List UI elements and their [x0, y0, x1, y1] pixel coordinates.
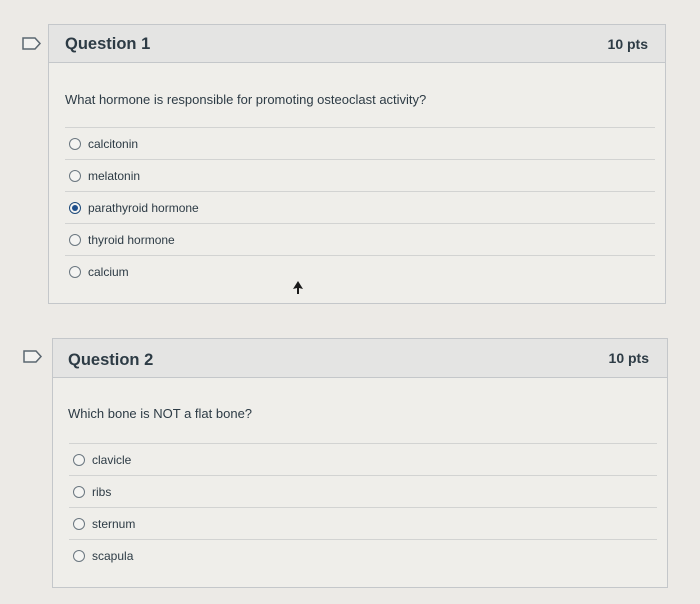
- question-1-points: 10 pts: [607, 36, 648, 52]
- answer-option[interactable]: clavicle: [69, 443, 657, 475]
- answer-label[interactable]: thyroid hormone: [88, 233, 175, 247]
- flag-bookmark-icon[interactable]: [23, 350, 43, 363]
- answer-option[interactable]: sternum: [69, 507, 657, 539]
- answer-option[interactable]: scapula: [69, 539, 657, 571]
- answer-label[interactable]: calcium: [88, 265, 129, 279]
- radio-button-selected[interactable]: [69, 201, 81, 214]
- radio-button[interactable]: [73, 453, 85, 466]
- answer-label[interactable]: clavicle: [92, 453, 131, 467]
- question-2-points: 10 pts: [608, 350, 649, 366]
- question-1-answers: calcitonin melatonin parathyroid hormone…: [65, 127, 655, 287]
- answer-option[interactable]: calcitonin: [65, 127, 655, 159]
- question-1-card: Question 1 10 pts What hormone is respon…: [48, 24, 666, 304]
- radio-button[interactable]: [69, 265, 81, 278]
- question-1-text: What hormone is responsible for promotin…: [65, 92, 427, 107]
- answer-label[interactable]: calcitonin: [88, 137, 138, 151]
- mouse-pointer-icon: [293, 281, 303, 294]
- answer-option[interactable]: calcium: [65, 255, 655, 287]
- question-2-card: Question 2 10 pts Which bone is NOT a fl…: [52, 338, 668, 588]
- answer-option-selected[interactable]: parathyroid hormone: [65, 191, 655, 223]
- question-2-header: Question 2 10 pts: [53, 339, 667, 378]
- answer-option[interactable]: thyroid hormone: [65, 223, 655, 255]
- question-1-title: Question 1: [65, 35, 151, 53]
- radio-button[interactable]: [73, 549, 85, 562]
- question-2-answers: clavicle ribs sternum scapula: [69, 443, 657, 571]
- question-1-header: Question 1 10 pts: [49, 25, 665, 63]
- radio-button[interactable]: [73, 485, 85, 498]
- question-2-title: Question 2: [68, 351, 154, 369]
- answer-label[interactable]: melatonin: [88, 169, 140, 183]
- flag-bookmark-icon[interactable]: [22, 37, 42, 50]
- radio-button[interactable]: [69, 233, 81, 246]
- radio-button[interactable]: [73, 517, 85, 530]
- answer-label[interactable]: parathyroid hormone: [88, 201, 199, 215]
- question-2-text: Which bone is NOT a flat bone?: [68, 406, 253, 421]
- answer-label[interactable]: ribs: [92, 485, 111, 499]
- answer-label[interactable]: sternum: [92, 517, 135, 531]
- answer-option[interactable]: ribs: [69, 475, 657, 507]
- answer-option[interactable]: melatonin: [65, 159, 655, 191]
- answer-label[interactable]: scapula: [92, 549, 133, 563]
- radio-button[interactable]: [69, 169, 81, 182]
- radio-button[interactable]: [69, 137, 81, 150]
